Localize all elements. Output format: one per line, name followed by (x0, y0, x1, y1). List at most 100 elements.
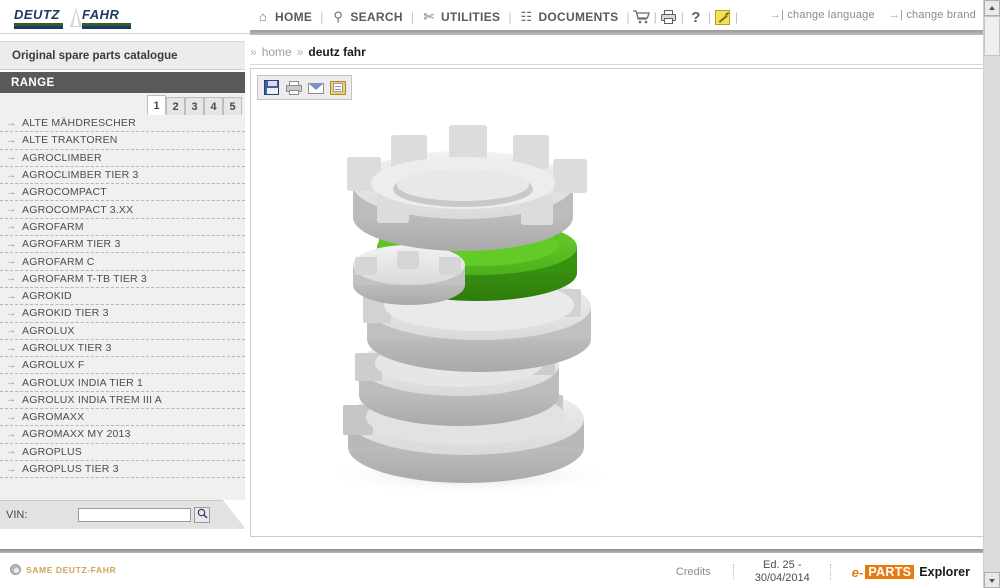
gear-stack-illustration (281, 109, 661, 499)
edition-line-1: Ed. 25 - (762, 559, 802, 571)
vertical-scrollbar[interactable] (983, 0, 1000, 588)
printer-icon[interactable] (659, 8, 679, 26)
range-section-header: RANGE (0, 72, 245, 93)
header-links: →| change language →| change brand (770, 9, 976, 21)
vin-search-bar: VIN: (0, 500, 245, 529)
range-list-item[interactable]: → AGROCLIMBER (0, 150, 245, 167)
scroll-up-button[interactable] (984, 0, 1000, 16)
range-list-item[interactable]: → AGROLUX TIER 3 (0, 340, 245, 358)
arrow-icon: → (6, 377, 16, 389)
logo-bar-blue-right (82, 26, 131, 29)
export-icon[interactable] (328, 78, 347, 97)
nav-item-search[interactable]: ⚲ SEARCH (325, 9, 408, 25)
range-list-item[interactable]: → AGROLUX F (0, 357, 245, 375)
arrow-icon: → (6, 446, 16, 458)
edition-line-2: 30/04/2014 (754, 572, 810, 584)
help-glyph: ? (691, 8, 701, 26)
vin-input[interactable] (78, 508, 191, 522)
range-list-item[interactable]: → AGROFARM C (0, 253, 245, 271)
range-list-item[interactable]: → AGROPLUS (0, 444, 245, 461)
range-list-item[interactable]: → AGROLUX INDIA TREM III A (0, 392, 245, 410)
vin-label: VIN: (6, 509, 28, 521)
breadcrumb-item-home[interactable]: home (262, 45, 292, 59)
chevron-down-icon (989, 579, 995, 583)
range-list-item[interactable]: → AGROKID TIER 3 (0, 305, 245, 323)
range-list-item[interactable]: → AGROFARM T-TB TIER 3 (0, 271, 245, 288)
footer: SAME DEUTZ-FAHR Credits Ed. 25 - 30/04/2… (0, 556, 984, 588)
nav-item-documents[interactable]: ☷ DOCUMENTS (513, 10, 624, 25)
nav-separator: | (410, 10, 414, 24)
range-list-item-label: AGROLUX INDIA TREM III A (22, 393, 162, 406)
range-list-item-label: AGROLUX (22, 324, 75, 337)
home-icon: ⌂ (258, 9, 268, 24)
nav-separator: | (508, 10, 512, 24)
range-list-item-label: ALTE MÄHDRESCHER (22, 117, 136, 130)
arrow-icon: → (6, 221, 16, 233)
change-brand-link[interactable]: →| change brand (889, 9, 976, 21)
nav-item-home[interactable]: ⌂ HOME (250, 9, 318, 25)
page-content: DEUTZ FAHR ⌂ HOME | ⚲ SEARCH | ✄ UTILITI… (0, 0, 984, 588)
vin-search-button[interactable] (194, 507, 210, 523)
range-list-item[interactable]: → ALTE MÄHDRESCHER (0, 115, 245, 133)
sidebar: RANGE 1 2 3 4 5 → ALTE MÄHDRESCHER → ALTE T… (0, 72, 245, 529)
catalogue-subtitle-text: Original spare parts catalogue (12, 49, 178, 62)
search-icon: ⚲ (333, 9, 344, 24)
page-tab-5[interactable]: 5 (223, 97, 242, 115)
nav-separator: | (680, 10, 684, 24)
range-list-item[interactable]: → AGROKID (0, 288, 245, 306)
page-tab-4[interactable]: 4 (204, 97, 223, 115)
footer-divider (0, 549, 984, 553)
range-list-item[interactable]: → AGROMAXX MY 2013 (0, 426, 245, 444)
range-list-item-label: AGROLUX INDIA TIER 1 (22, 376, 144, 389)
arrow-icon: → (6, 238, 16, 250)
page-tab-2[interactable]: 2 (166, 97, 185, 115)
same-deutz-fahr-brand[interactable]: SAME DEUTZ-FAHR (10, 564, 116, 575)
range-list-item[interactable]: → AGROPLUS TIER 3 (0, 461, 245, 479)
scroll-down-button[interactable] (984, 572, 1000, 588)
gear-top (347, 125, 587, 251)
nav-item-utilities[interactable]: ✄ UTILITIES (416, 10, 506, 25)
magnifier-glyph (197, 508, 207, 519)
brand-dot-icon (10, 564, 21, 575)
gear-small-left (353, 245, 465, 305)
logo-bar-blue-left (14, 26, 63, 29)
print-icon[interactable] (284, 78, 303, 97)
save-icon[interactable] (262, 78, 281, 97)
breadcrumb-separator: » (250, 45, 257, 59)
scrollbar-thumb[interactable] (984, 16, 1000, 56)
range-list-item[interactable]: → AGROCLIMBER TIER 3 (0, 167, 245, 185)
printer-glyph (661, 10, 677, 24)
deutz-fahr-logo[interactable]: DEUTZ FAHR (14, 7, 134, 29)
export-glyph (329, 80, 346, 95)
cart-icon[interactable] (632, 8, 652, 26)
chevron-up-icon (989, 6, 995, 10)
range-list-item[interactable]: → AGROFARM (0, 219, 245, 237)
range-list-item[interactable]: → AGROLUX INDIA TIER 1 (0, 374, 245, 392)
notes-glyph (715, 9, 731, 25)
credits-link[interactable]: Credits (676, 566, 733, 578)
page-tab-3[interactable]: 3 (185, 97, 204, 115)
range-list-item-label: AGROCOMPACT 3.XX (22, 203, 134, 216)
page-tab-1[interactable]: 1 (147, 95, 166, 115)
range-list-item[interactable]: → AGROLUX (0, 323, 245, 340)
nav-separator: | (734, 10, 739, 24)
logo-tine-inner-icon (73, 11, 79, 26)
range-list-item[interactable]: → AGROCOMPACT 3.XX (0, 201, 245, 219)
notes-icon[interactable] (713, 8, 733, 26)
header: DEUTZ FAHR ⌂ HOME | ⚲ SEARCH | ✄ UTILITI… (0, 0, 984, 34)
nav-separator: | (653, 10, 657, 24)
arrow-icon: →| (769, 9, 785, 21)
range-list-item[interactable]: → AGROCOMPACT (0, 184, 245, 202)
range-list-item-label: AGROPLUS (22, 445, 82, 458)
range-list-item-label: AGROFARM T-TB TIER 3 (22, 272, 147, 285)
nav-label-utilities: UTILITIES (440, 10, 501, 24)
arrow-icon: → (6, 134, 16, 146)
change-language-link[interactable]: →| change language (770, 9, 875, 21)
range-list-item[interactable]: → AGROMAXX (0, 409, 245, 427)
print-glyph (285, 80, 302, 95)
range-list-item[interactable]: → AGROFARM TIER 3 (0, 236, 245, 254)
email-icon[interactable] (306, 78, 325, 97)
arrow-icon: → (6, 186, 16, 198)
help-icon[interactable]: ? (686, 8, 706, 26)
range-list-item[interactable]: → ALTE TRAKTOREN (0, 132, 245, 150)
